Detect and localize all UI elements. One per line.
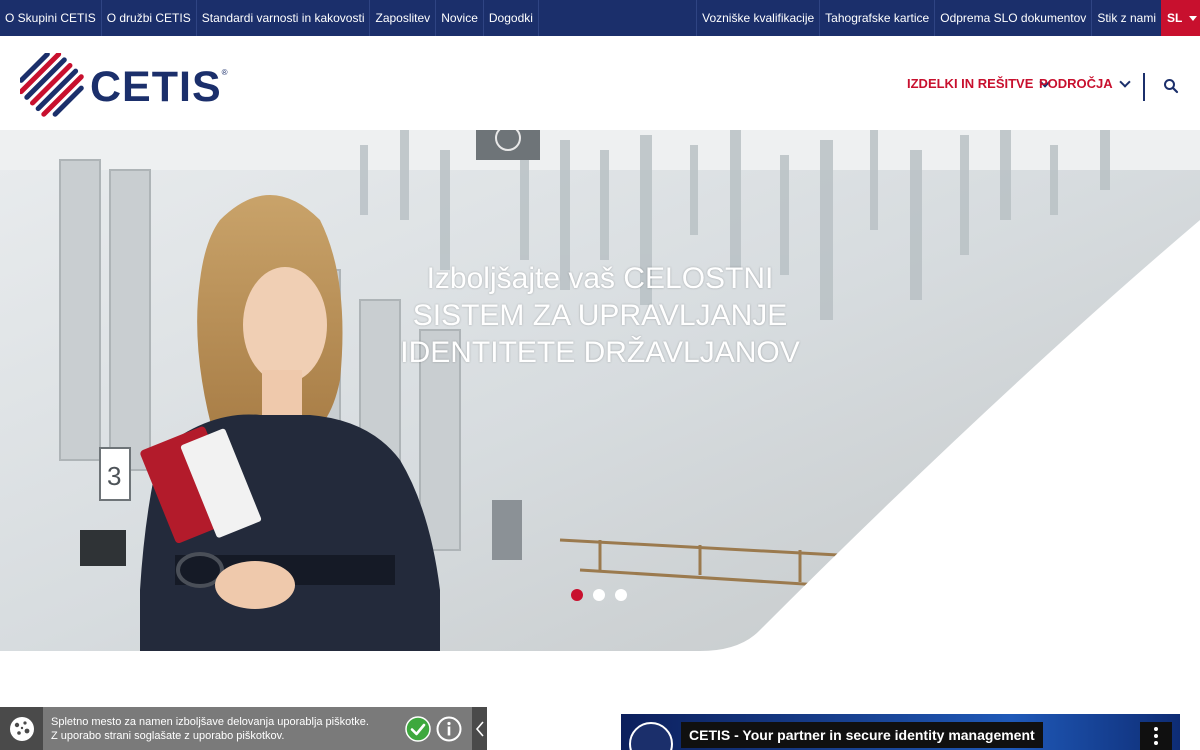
top-link-stik[interactable]: Stik z nami — [1091, 0, 1161, 36]
chevron-left-icon — [475, 720, 484, 737]
dot-icon — [1154, 741, 1158, 745]
slider-dots — [571, 589, 627, 601]
nav-izdelki[interactable]: IZDELKI IN REŠITVE — [907, 75, 1052, 91]
top-link-zaposlitev[interactable]: Zaposlitev — [370, 0, 437, 36]
accept-check-icon[interactable] — [405, 715, 431, 742]
hero-title: Izboljšajte vaš CELOSTNI SISTEM ZA UPRAV… — [300, 260, 900, 371]
slider-dot-3[interactable] — [615, 589, 627, 601]
nav-divider — [1143, 73, 1145, 101]
top-link-novice[interactable]: Novice — [436, 0, 484, 36]
hero-slider: 3 Izboljšajte vaš CELOSTNI SISTEM ZA UPR… — [0, 130, 1200, 651]
site-header: CETIS ® IZDELKI IN REŠITVE PODROČJA — [0, 36, 1200, 130]
info-icon[interactable] — [436, 716, 462, 742]
search-icon[interactable] — [1163, 78, 1179, 94]
top-link-o-druzbi[interactable]: O družbi CETIS — [102, 0, 197, 36]
nav-podrocja-label: PODROČJA — [1039, 76, 1113, 91]
channel-avatar[interactable] — [629, 722, 673, 750]
dot-icon — [1154, 734, 1158, 738]
top-link-odprema[interactable]: Odprema SLO dokumentov — [934, 0, 1091, 36]
caret-down-icon — [1189, 15, 1198, 21]
top-link-dogodki[interactable]: Dogodki — [484, 0, 539, 36]
cookie-icon-box — [0, 707, 43, 750]
top-bar-left: O Skupini CETIS O družbi CETIS Standardi… — [0, 0, 539, 36]
cetis-logo-mark-icon — [20, 53, 84, 117]
video-more-options[interactable] — [1140, 722, 1172, 750]
cookie-text-line1: Spletno mesto za namen izboljšave delova… — [51, 715, 369, 728]
dot-icon — [1154, 727, 1158, 731]
hero-image: 3 — [0, 130, 1200, 651]
language-label: SL — [1167, 11, 1183, 25]
video-title[interactable]: CETIS - Your partner in secure identity … — [681, 722, 1043, 748]
top-link-vozniske[interactable]: Vozniške kvalifikacije — [696, 0, 819, 36]
registered-mark: ® — [221, 67, 228, 77]
top-link-o-skupini[interactable]: O Skupini CETIS — [0, 0, 102, 36]
svg-text:3: 3 — [107, 461, 121, 491]
nav-izdelki-label: IZDELKI IN REŠITVE — [907, 76, 1034, 91]
top-link-standardi[interactable]: Standardi varnosti in kakovosti — [197, 0, 371, 36]
hero-title-line: Izboljšajte vaš CELOSTNI — [426, 262, 774, 295]
language-selector[interactable]: SL — [1161, 0, 1200, 36]
top-bar-right: Vozniške kvalifikacije Tahografske karti… — [696, 0, 1200, 36]
cookie-collapse-button[interactable] — [472, 707, 487, 750]
top-bar: O Skupini CETIS O družbi CETIS Standardi… — [0, 0, 1200, 36]
slider-dot-2[interactable] — [593, 589, 605, 601]
nav-podrocja[interactable]: PODROČJA — [1039, 75, 1131, 91]
cookie-text: Spletno mesto za namen izboljšave delova… — [43, 715, 401, 743]
cookie-text-line2: Z uporabo strani soglašate z uporabo piš… — [51, 729, 285, 742]
top-link-tahografske[interactable]: Tahografske kartice — [819, 0, 934, 36]
cookie-banner: Spletno mesto za namen izboljšave delova… — [0, 707, 487, 750]
video-embed[interactable]: CETIS - Your partner in secure identity … — [621, 714, 1180, 750]
hero-title-line: IDENTITETE DRŽAVLJANOV — [400, 336, 800, 369]
logo-wordmark: CETIS — [90, 62, 222, 111]
hero-title-line: SISTEM ZA UPRAVLJANJE — [412, 299, 788, 332]
slider-dot-1[interactable] — [571, 589, 583, 601]
chevron-down-icon — [1119, 75, 1131, 88]
cookie-icon — [9, 716, 34, 741]
cetis-logo[interactable]: CETIS ® — [20, 53, 228, 119]
